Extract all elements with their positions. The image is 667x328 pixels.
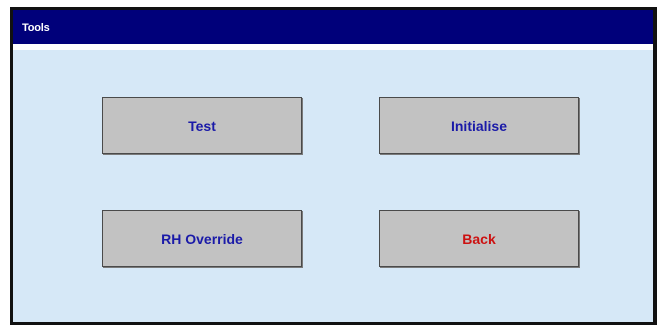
rh-override-button[interactable]: RH Override [102, 210, 302, 267]
page-title: Tools [22, 22, 50, 34]
title-bar: Tools [13, 10, 653, 44]
initialise-button[interactable]: Initialise [379, 97, 579, 154]
test-button[interactable]: Test [102, 97, 302, 154]
tools-panel: Test Initialise RH Override Back [13, 50, 653, 322]
back-button[interactable]: Back [379, 210, 579, 267]
screen-frame: Tools Test Initialise RH Override Back [10, 7, 657, 325]
